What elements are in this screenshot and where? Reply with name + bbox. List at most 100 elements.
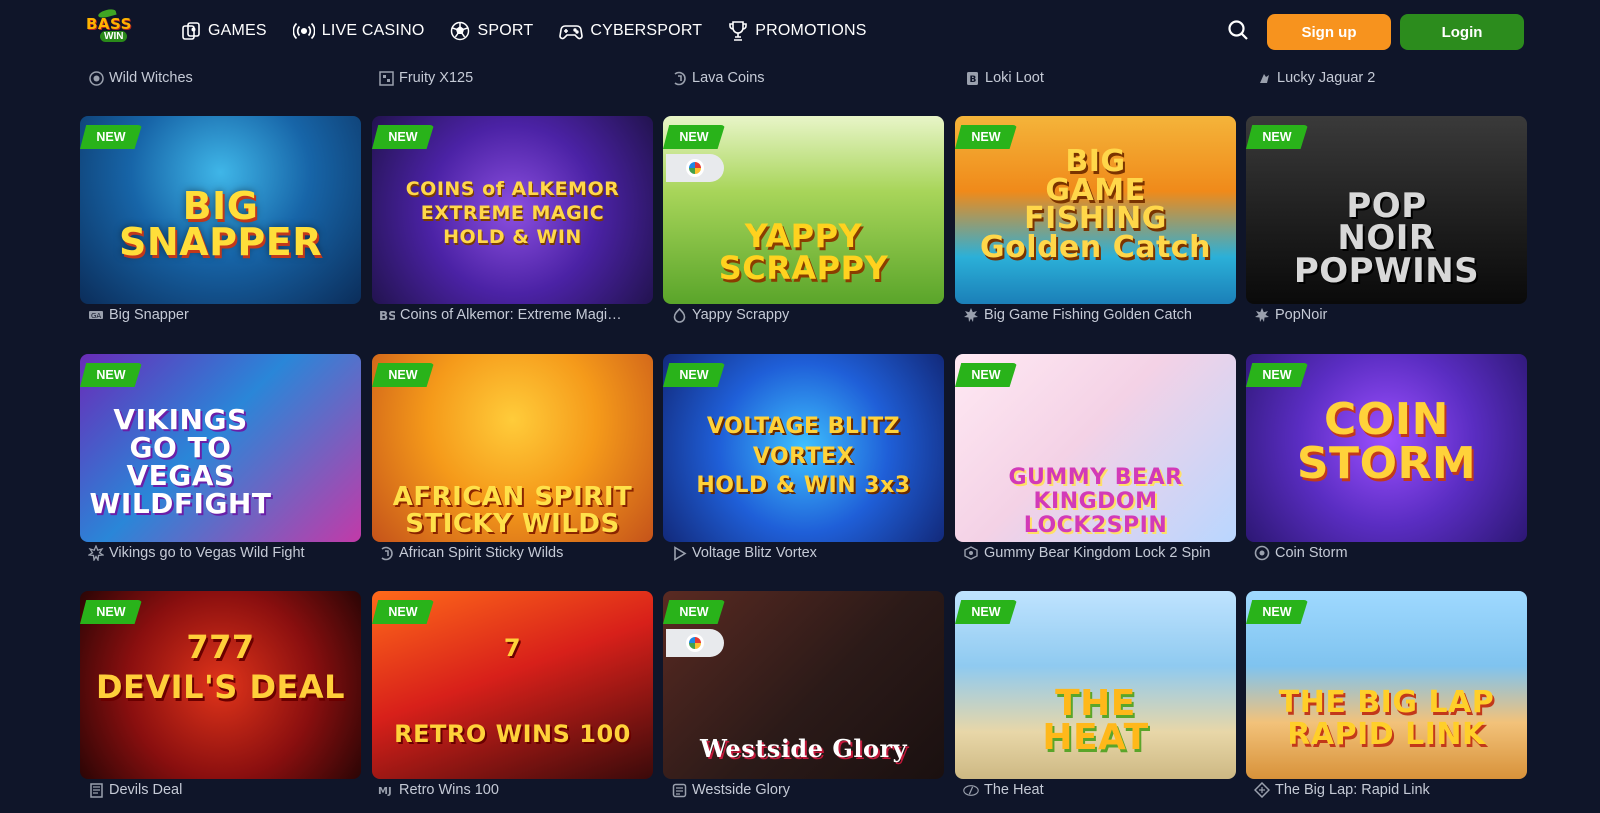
sign-up-button[interactable]: Sign up: [1267, 14, 1391, 50]
login-button[interactable]: Login: [1400, 14, 1524, 50]
game-title-item[interactable]: Devils Deal: [88, 780, 358, 800]
nav-cybersport[interactable]: CYBERSPORT: [559, 18, 702, 44]
game-card[interactable]: GUMMY BEAR KINGDOM LOCK2SPIN NEW: [955, 354, 1236, 542]
game-title-item[interactable]: Big Game Fishing Golden Catch: [963, 305, 1233, 325]
site-logo[interactable]: BASS WIN: [86, 7, 140, 48]
game-card[interactable]: 7 RETRO WINS 100 NEW: [372, 591, 653, 779]
provider-icon: GA: [88, 307, 104, 323]
new-badge: NEW: [1246, 600, 1308, 624]
new-badge: NEW: [372, 600, 434, 624]
game-title-item[interactable]: African Spirit Sticky Wilds: [378, 543, 648, 563]
game-art-title: THE BIG LAP RAPID LINK: [1278, 685, 1495, 752]
new-badge: NEW: [955, 125, 1017, 149]
game-title: African Spirit Sticky Wilds: [399, 545, 564, 561]
game-title: The Heat: [984, 782, 1044, 798]
provider-icon: [963, 545, 979, 561]
main-nav: GAMES LIVE CASINO SPORT CYBERSPORT PROMO…: [181, 18, 893, 44]
svg-text:BS: BS: [379, 309, 395, 323]
game-title: Lava Coins: [692, 70, 765, 86]
new-badge: NEW: [663, 363, 725, 387]
game-title-item[interactable]: PopNoir: [1254, 305, 1524, 325]
game-title-item[interactable]: The Big Lap: Rapid Link: [1254, 780, 1524, 800]
logo-text-bottom: WIN: [100, 31, 128, 42]
game-card[interactable]: YAPPY SCRAPPY NEW: [663, 116, 944, 304]
game-title-item[interactable]: Wild Witches: [88, 68, 193, 88]
nav-live-casino-label: LIVE CASINO: [321, 22, 425, 39]
new-badge: NEW: [1246, 125, 1308, 149]
game-art-title: 777 DEVIL'S DEAL: [95, 628, 346, 706]
game-card[interactable]: THE HEAT NEW: [955, 591, 1236, 779]
game-title-item[interactable]: Vikings go to Vegas Wild Fight: [88, 543, 358, 563]
game-title: Lucky Jaguar 2: [1277, 70, 1376, 86]
game-title: Big Game Fishing Golden Catch: [984, 307, 1192, 323]
game-title: Big Snapper: [109, 307, 189, 323]
nav-sport[interactable]: SPORT: [450, 18, 533, 44]
game-card[interactable]: BIG GAME FISHING Golden Catch NEW: [955, 116, 1236, 304]
nav-games[interactable]: GAMES: [181, 18, 267, 44]
game-card[interactable]: POP NOIR POPWINS NEW: [1246, 116, 1527, 304]
game-title-item[interactable]: Gummy Bear Kingdom Lock 2 Spin: [963, 543, 1233, 563]
provider-chip: [666, 154, 724, 182]
provider-icon: [88, 70, 104, 86]
game-card[interactable]: AFRICAN SPIRIT STICKY WILDS NEW: [372, 354, 653, 542]
game-title: Gummy Bear Kingdom Lock 2 Spin: [984, 545, 1211, 561]
game-title-item[interactable]: MJ Retro Wins 100: [378, 780, 648, 800]
nav-sport-label: SPORT: [477, 22, 534, 39]
game-art-title: VIKINGS GO TO VEGAS WILDFIGHT: [89, 403, 272, 520]
search-icon: [1228, 20, 1248, 40]
nav-live-casino[interactable]: LIVE CASINO: [292, 18, 425, 44]
game-title-item[interactable]: GA Big Snapper: [88, 305, 358, 325]
new-badge: NEW: [80, 363, 142, 387]
game-title-item[interactable]: BS Coins of Alkemor: Extreme Magi…: [379, 305, 649, 325]
svg-text:MJ: MJ: [378, 786, 392, 797]
game-title-item[interactable]: Fruity X125: [378, 68, 473, 88]
provider-icon: [963, 782, 979, 798]
game-title: PopNoir: [1275, 307, 1328, 323]
nav-cybersport-label: CYBERSPORT: [590, 22, 703, 39]
nav-promotions[interactable]: PROMOTIONS: [728, 18, 866, 44]
game-title: Westside Glory: [692, 782, 791, 798]
game-title-item[interactable]: Westside Glory: [671, 780, 941, 800]
game-card[interactable]: COINS of ALKEMOR EXTREME MAGIC HOLD & WI…: [372, 116, 653, 304]
provider-icon: [1254, 307, 1270, 323]
game-card[interactable]: Westside Glory NEW: [663, 591, 944, 779]
new-badge: NEW: [663, 600, 725, 624]
provider-icon: [963, 307, 979, 323]
game-title-item[interactable]: Lava Coins: [671, 68, 765, 88]
nav-games-label: GAMES: [208, 22, 267, 39]
svg-text:GA: GA: [91, 312, 101, 320]
provider-chip: [666, 629, 724, 657]
game-title-item[interactable]: B Loki Loot: [964, 68, 1044, 88]
trophy-icon: [729, 21, 748, 41]
provider-icon: BS: [379, 307, 395, 323]
gamepad-icon: [559, 25, 584, 40]
game-title: Devils Deal: [109, 782, 183, 798]
game-art-title: POP NOIR POPWINS: [1293, 186, 1480, 291]
game-art-title: GUMMY BEAR KINGDOM LOCK2SPIN: [1008, 465, 1183, 539]
game-art-title: COINS of ALKEMOR EXTREME MAGIC HOLD & WI…: [405, 178, 620, 248]
game-art-title: AFRICAN SPIRIT STICKY WILDS: [392, 482, 633, 540]
game-card[interactable]: VOLTAGE BLITZ VORTEX HOLD & WIN 3x3 NEW: [663, 354, 944, 542]
game-card[interactable]: VIKINGS GO TO VEGAS WILDFIGHT NEW: [80, 354, 361, 542]
provider-icon: [378, 545, 394, 561]
search-button[interactable]: [1226, 18, 1250, 42]
game-title-item[interactable]: Yappy Scrappy: [671, 305, 941, 325]
game-title-item[interactable]: The Heat: [963, 780, 1233, 800]
game-title: Loki Loot: [985, 70, 1044, 86]
game-title-item[interactable]: Coin Storm: [1254, 543, 1524, 563]
game-art-title: BIG SNAPPER: [119, 184, 322, 265]
game-title: Voltage Blitz Vortex: [692, 545, 817, 561]
new-badge: NEW: [372, 363, 434, 387]
provider-icon: [671, 782, 687, 798]
game-title-item[interactable]: Lucky Jaguar 2: [1256, 68, 1375, 88]
game-card[interactable]: 777 DEVIL'S DEAL NEW: [80, 591, 361, 779]
game-card[interactable]: THE BIG LAP RAPID LINK NEW: [1246, 591, 1527, 779]
game-title-item[interactable]: Voltage Blitz Vortex: [671, 543, 941, 563]
new-badge: NEW: [372, 125, 434, 149]
broadcast-icon: [292, 22, 315, 40]
game-art-title: COIN STORM: [1296, 394, 1477, 489]
provider-icon: [1254, 545, 1270, 561]
game-card[interactable]: BIG SNAPPER NEW: [80, 116, 361, 304]
game-card[interactable]: COIN STORM NEW: [1246, 354, 1527, 542]
game-title: Yappy Scrappy: [692, 307, 790, 323]
